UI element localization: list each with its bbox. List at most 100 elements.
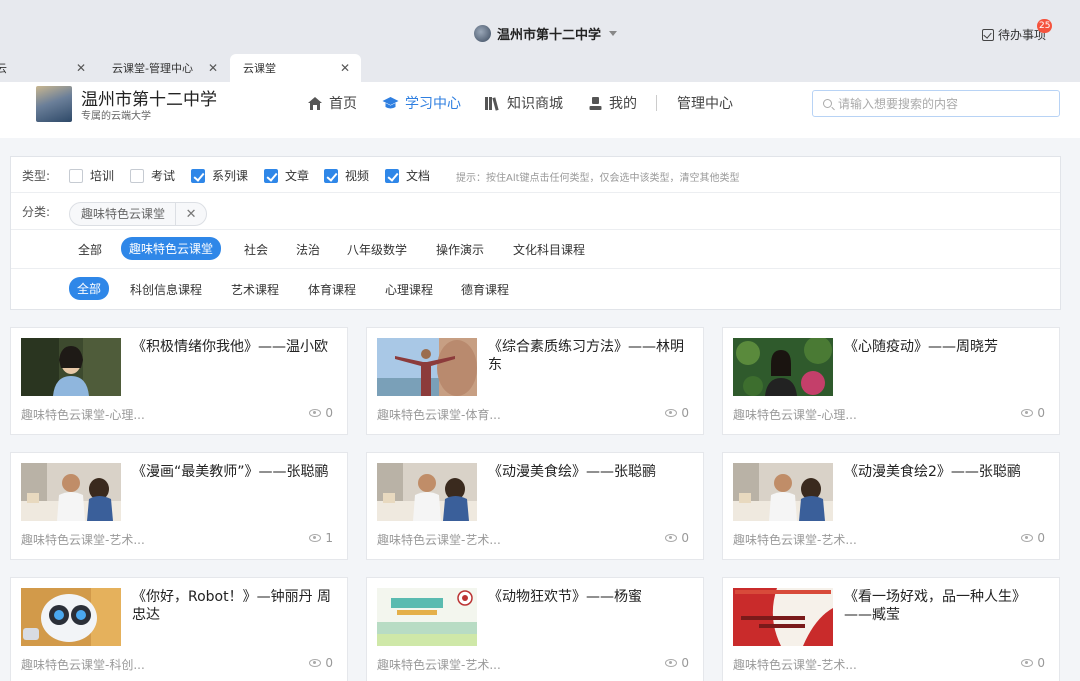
- course-thumbnail[interactable]: [733, 463, 833, 521]
- close-icon[interactable]: ✕: [176, 207, 206, 222]
- tab-label: 云课堂-管理中心: [112, 62, 193, 75]
- course-title[interactable]: 《动漫美食绘》——张聪鹂: [488, 463, 696, 481]
- school-switcher-label: 温州市第十二中学: [497, 28, 602, 43]
- nav-knowledge-store[interactable]: 知识商城: [484, 93, 563, 113]
- category-level1-row: 全部 趣味特色云课堂 社会 法治 八年级数学 操作演示 文化科目课程: [11, 230, 1060, 269]
- course-category: 趣味特色云课堂-心理...: [733, 408, 857, 422]
- checkbox-label: 系列课: [212, 169, 249, 183]
- nav-label: 管理中心: [677, 96, 733, 112]
- tab-cloud-partial[interactable]: 云 ✕: [0, 54, 96, 82]
- view-count-value: 0: [1037, 406, 1045, 420]
- course-category: 趣味特色云课堂-心理...: [21, 408, 145, 422]
- user-icon: [589, 96, 602, 110]
- view-count-value: 0: [681, 656, 689, 670]
- type-checkbox-training[interactable]: 培训: [69, 167, 114, 184]
- nav-divider: [656, 95, 657, 111]
- nav-label: 我的: [609, 96, 637, 112]
- search-input[interactable]: [838, 96, 1048, 111]
- category-pill[interactable]: 社会: [244, 241, 268, 258]
- nav-learning-center[interactable]: 学习中心: [382, 93, 461, 113]
- course-category: 趣味特色云课堂-科创...: [21, 658, 145, 672]
- view-count-value: 0: [1037, 531, 1045, 545]
- course-thumbnail[interactable]: [377, 338, 477, 396]
- close-icon[interactable]: ✕: [340, 61, 350, 75]
- type-checkbox-article[interactable]: 文章: [264, 167, 309, 184]
- type-checkbox-series[interactable]: 系列课: [191, 167, 248, 184]
- subcategory-pill[interactable]: 心理课程: [385, 281, 433, 298]
- category-pill[interactable]: 全部: [78, 241, 102, 258]
- course-card[interactable]: 《动物狂欢节》——杨蜜趣味特色云课堂-艺术... 0: [366, 577, 704, 681]
- type-filter-row: 类型: 培训 考试 系列课 文章 视频 文档 提示：按住Alt键点击任何类型，仅…: [11, 157, 1060, 193]
- type-checkbox-document[interactable]: 文档: [385, 167, 430, 184]
- course-title[interactable]: 《积极情绪你我他》——温小欧: [132, 338, 340, 356]
- course-thumbnail[interactable]: [377, 588, 477, 646]
- course-thumbnail[interactable]: [733, 338, 833, 396]
- course-thumbnail[interactable]: [377, 463, 477, 521]
- category-pill[interactable]: 操作演示: [436, 241, 484, 258]
- type-checkbox-exam[interactable]: 考试: [130, 167, 175, 184]
- course-thumbnail[interactable]: [21, 463, 121, 521]
- todo-button[interactable]: 待办事项: [982, 26, 1046, 43]
- eye-icon: [309, 659, 322, 667]
- subcategory-pill[interactable]: 艺术课程: [231, 281, 279, 298]
- checkbox-icon: [130, 168, 144, 183]
- course-title[interactable]: 《综合素质练习方法》——林明东: [488, 338, 696, 374]
- close-icon[interactable]: ✕: [76, 61, 86, 75]
- nav-home[interactable]: 首页: [307, 93, 357, 113]
- tab-cloud-class[interactable]: 云课堂 ✕: [230, 54, 361, 82]
- checkbox-label: 考试: [151, 169, 176, 183]
- view-count-value: 0: [325, 406, 333, 420]
- course-card[interactable]: 《你好，Robot！》—钟丽丹 周忠达 趣味特色云课堂-科创... 0: [10, 577, 348, 681]
- course-title[interactable]: 《你好，Robot！》—钟丽丹 周忠达: [132, 588, 340, 624]
- subcategory-pill-active[interactable]: 全部: [69, 277, 110, 300]
- course-card[interactable]: 《心随疫动》——周晓芳趣味特色云课堂-心理... 0: [722, 327, 1060, 435]
- eye-icon: [665, 659, 678, 667]
- course-card[interactable]: 《综合素质练习方法》——林明东 趣味特色云课堂-体育... 0: [366, 327, 704, 435]
- type-label: 类型:: [22, 169, 51, 183]
- view-count-value: 0: [681, 406, 689, 420]
- school-switcher[interactable]: 温州市第十二中学: [474, 24, 618, 43]
- nav-label: 首页: [329, 96, 357, 112]
- tab-cloud-admin[interactable]: 云课堂-管理中心 ✕: [104, 54, 228, 82]
- eye-icon: [1021, 659, 1034, 667]
- subcategory-pill[interactable]: 科创信息课程: [130, 281, 202, 298]
- school-logo[interactable]: [36, 86, 72, 122]
- checkbox-label: 培训: [90, 169, 115, 183]
- course-card[interactable]: 《动漫美食绘2》——张聪鹂 趣味特色云课堂-艺术... 0: [722, 452, 1060, 560]
- subcategory-pill[interactable]: 体育课程: [308, 281, 356, 298]
- course-card[interactable]: 《漫画“最美教师”》——张聪鹂 趣味特色云课堂-艺术... 1: [10, 452, 348, 560]
- category-pill-active[interactable]: 趣味特色云课堂: [121, 237, 222, 260]
- course-category: 趣味特色云课堂-艺术...: [733, 658, 857, 672]
- nav-admin-center[interactable]: 管理中心: [677, 93, 733, 113]
- course-card[interactable]: 《动漫美食绘》——张聪鹂 趣味特色云课堂-艺术... 0: [366, 452, 704, 560]
- course-category: 趣味特色云课堂-艺术...: [377, 658, 501, 672]
- category-pill[interactable]: 法治: [296, 241, 320, 258]
- view-count-value: 0: [1037, 656, 1045, 670]
- nav-mine[interactable]: 我的: [588, 93, 637, 113]
- course-title[interactable]: 《动漫美食绘2》——张聪鹂: [844, 463, 1052, 481]
- close-icon[interactable]: ✕: [208, 61, 218, 75]
- course-title[interactable]: 《看一场好戏，品一种人生》——臧莹: [844, 588, 1052, 624]
- course-card[interactable]: 《看一场好戏，品一种人生》——臧莹趣味特色云课堂-艺术... 0: [722, 577, 1060, 681]
- filter-panel: 类型: 培训 考试 系列课 文章 视频 文档 提示：按住Alt键点击任何类型，仅…: [10, 156, 1061, 310]
- site-header: 温州市第十二中学 专属的云端大学 首页 学习中心 知识商城 我的 管理中心: [0, 82, 1080, 138]
- category-pill[interactable]: 文化科目课程: [513, 241, 585, 258]
- tag-text: 趣味特色云课堂: [70, 203, 177, 225]
- course-title[interactable]: 《心随疫动》——周晓芳: [844, 338, 1052, 356]
- eye-icon: [1021, 534, 1034, 542]
- course-title[interactable]: 《漫画“最美教师”》——张聪鹂: [132, 463, 340, 481]
- todo-count-badge: 25: [1037, 19, 1053, 33]
- search-box[interactable]: [812, 90, 1060, 117]
- course-thumbnail[interactable]: [21, 338, 121, 396]
- chevron-down-icon: [609, 31, 618, 36]
- course-thumbnail[interactable]: [733, 588, 833, 646]
- course-thumbnail[interactable]: [21, 588, 121, 646]
- course-title[interactable]: 《动物狂欢节》——杨蜜: [488, 588, 696, 606]
- type-checkbox-video[interactable]: 视频: [324, 167, 369, 184]
- eye-icon: [309, 409, 322, 417]
- school-slogan: 专属的云端大学: [81, 111, 151, 122]
- course-card[interactable]: 《积极情绪你我他》——温小欧趣味特色云课堂-心理... 0: [10, 327, 348, 435]
- category-pill[interactable]: 八年级数学: [347, 241, 407, 258]
- subcategory-pill[interactable]: 德育课程: [461, 281, 509, 298]
- category-filter-row: 分类: 趣味特色云课堂 ✕: [11, 193, 1060, 230]
